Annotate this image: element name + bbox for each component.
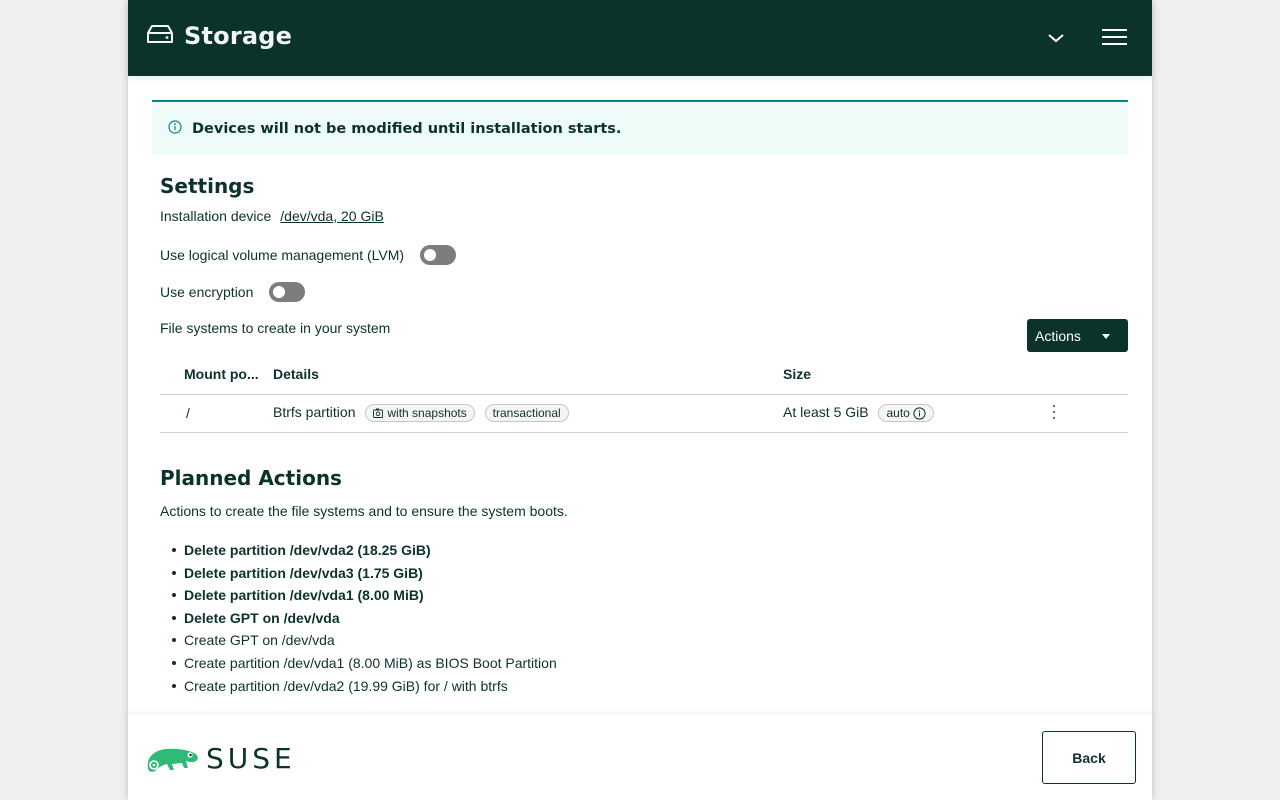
suse-logo: SUSE bbox=[144, 742, 296, 775]
details-cell: Btrfs partition with snapshots transacti… bbox=[273, 394, 783, 433]
camera-icon bbox=[373, 408, 384, 419]
list-item: Delete GPT on /dev/vda bbox=[172, 609, 557, 632]
chevron-down-button[interactable] bbox=[1042, 26, 1070, 50]
planned-actions-heading: Planned Actions bbox=[160, 466, 342, 490]
settings-heading: Settings bbox=[160, 174, 255, 198]
snapshots-chip: with snapshots bbox=[365, 404, 475, 423]
filesystems-row: File systems to create in your system bbox=[160, 320, 390, 336]
info-icon bbox=[913, 407, 926, 420]
snapshots-chip-label: with snapshots bbox=[387, 406, 467, 421]
transactional-chip-label: transactional bbox=[492, 406, 561, 421]
installation-device-label: Installation device bbox=[160, 208, 272, 224]
column-header-actions bbox=[1048, 354, 1128, 395]
details-text: Btrfs partition bbox=[273, 403, 356, 420]
lvm-label: Use logical volume management (LVM) bbox=[160, 247, 405, 263]
list-item: Create partition /dev/vda1 (8.00 MiB) as… bbox=[172, 654, 557, 677]
hamburger-menu-icon bbox=[1102, 29, 1127, 45]
size-text: At least 5 GiB bbox=[783, 403, 869, 420]
lvm-row: Use logical volume management (LVM) bbox=[160, 245, 457, 265]
header-title-group: Storage bbox=[146, 22, 292, 50]
chevron-down-icon bbox=[1048, 34, 1064, 43]
actions-button-label: Actions bbox=[1035, 327, 1081, 344]
encryption-row: Use encryption bbox=[160, 282, 306, 302]
suse-wordmark: SUSE bbox=[206, 742, 296, 775]
mount-point-cell: / bbox=[160, 394, 273, 433]
encryption-toggle[interactable] bbox=[269, 282, 306, 302]
hard-drive-icon bbox=[146, 23, 174, 49]
chameleon-logo-icon bbox=[147, 748, 198, 772]
installation-device-link[interactable]: /dev/vda, 20 GiB bbox=[280, 208, 384, 224]
auto-size-chip[interactable]: auto bbox=[878, 404, 934, 423]
list-item: Delete partition /dev/vda2 (18.25 GiB) bbox=[172, 541, 557, 564]
caret-down-icon bbox=[1102, 334, 1110, 339]
column-header-size[interactable]: Size bbox=[783, 354, 1048, 395]
transactional-chip: transactional bbox=[484, 404, 569, 423]
lvm-toggle[interactable] bbox=[420, 245, 457, 265]
planned-actions-description: Actions to create the file systems and t… bbox=[160, 503, 568, 519]
back-button[interactable]: Back bbox=[1042, 731, 1136, 784]
alert-message: Devices will not be modified until insta… bbox=[192, 120, 622, 137]
page-title: Storage bbox=[184, 22, 293, 50]
page-content: Devices will not be modified until insta… bbox=[152, 100, 1128, 694]
row-actions-cell bbox=[1048, 394, 1128, 433]
info-icon bbox=[168, 119, 182, 138]
kebab-menu-icon bbox=[1053, 404, 1055, 419]
info-alert: Devices will not be modified until insta… bbox=[152, 100, 1128, 155]
planned-actions-list: Delete partition /dev/vda2 (18.25 GiB) D… bbox=[172, 541, 557, 700]
list-item: Delete partition /dev/vda3 (1.75 GiB) bbox=[172, 564, 557, 587]
installer-page: Storage Devices will not be modified unt… bbox=[128, 0, 1152, 800]
list-item: Delete partition /dev/vda1 (8.00 MiB) bbox=[172, 586, 557, 609]
auto-chip-label: auto bbox=[886, 406, 910, 421]
encryption-label: Use encryption bbox=[160, 284, 254, 300]
row-actions-menu-button[interactable] bbox=[1048, 404, 1060, 423]
filesystems-label: File systems to create in your system bbox=[160, 320, 391, 336]
list-item: Create GPT on /dev/vda bbox=[172, 631, 557, 654]
actions-dropdown-button[interactable]: Actions bbox=[1027, 319, 1128, 352]
installation-device-row: Installation device /dev/vda, 20 GiB bbox=[160, 208, 384, 224]
column-header-details[interactable]: Details bbox=[273, 354, 783, 395]
table-row: / Btrfs partition with snapshots transac… bbox=[160, 394, 1128, 433]
list-item: Create partition /dev/vda2 (19.99 GiB) f… bbox=[172, 677, 557, 700]
page-footer: SUSE Back bbox=[128, 714, 1152, 800]
page-header: Storage bbox=[128, 0, 1152, 76]
size-cell: At least 5 GiB auto bbox=[783, 394, 1048, 433]
column-header-mount-point[interactable]: Mount po... bbox=[160, 354, 273, 395]
main-menu-button[interactable] bbox=[1102, 28, 1128, 48]
filesystems-table: Mount po... Details Size / Btrfs partiti… bbox=[160, 354, 1128, 433]
table-header-row: Mount po... Details Size bbox=[160, 354, 1128, 395]
